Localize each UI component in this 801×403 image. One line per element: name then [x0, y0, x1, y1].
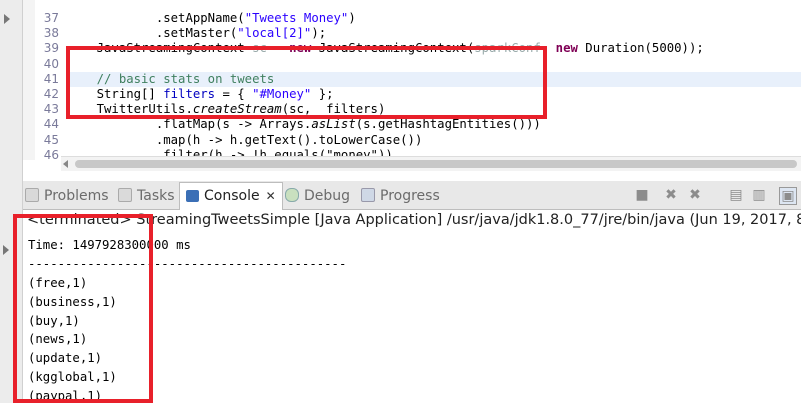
expand-arrow-icon[interactable]: [3, 245, 9, 255]
line-number: 42: [43, 86, 59, 101]
code-token: new: [555, 41, 578, 56]
highlight-box-filters: [66, 46, 547, 119]
line-number: 39: [43, 41, 59, 56]
line-number: 44: [43, 117, 59, 132]
tab-progress[interactable]: Progress: [361, 185, 440, 207]
problems-icon: [25, 188, 39, 202]
line-number: 37: [43, 11, 59, 25]
editor-ruler: [23, 0, 35, 160]
clear-console-icon[interactable]: ▤: [728, 187, 744, 203]
code-line: .map(h -> h.getText().toLowerCase()): [67, 133, 801, 148]
code-token: .map(h -> h.getText().toLowerCase()): [67, 132, 423, 147]
view-tab-bar: Problems Tasks Console ✕ Debug Progress ■…: [23, 181, 801, 210]
tab-debug[interactable]: Debug: [285, 185, 350, 207]
code-token: "local[2]": [237, 26, 312, 41]
code-token: .setMaster(: [67, 26, 238, 41]
scroll-left-icon[interactable]: [63, 160, 68, 168]
scroll-lock-icon[interactable]: ▥: [751, 187, 767, 203]
pin-console-icon[interactable]: ▣: [779, 187, 797, 205]
highlight-box-output: [13, 214, 153, 403]
editor-horizontal-scrollbar[interactable]: [61, 156, 801, 171]
tab-label: Tasks: [137, 188, 175, 204]
tab-problems[interactable]: Problems: [25, 185, 109, 207]
line-number: 40: [43, 56, 59, 71]
remove-all-launches-icon[interactable]: ✖: [687, 187, 703, 203]
code-token: (s.getHashtagEntities())): [355, 117, 541, 132]
tab-tasks[interactable]: Tasks: [118, 185, 175, 207]
code-line: .setMaster("local[2]");: [67, 26, 801, 41]
code-token: asList: [311, 117, 356, 132]
tab-console[interactable]: Console ✕: [179, 182, 283, 210]
code-token: Duration(5000));: [577, 41, 704, 56]
code-token: .setAppName(: [67, 11, 245, 25]
line-numbers: 37 38 39 40 41 42 43 44 45 46: [37, 11, 59, 163]
code-token: .flatMap(s -> Arrays.: [67, 117, 312, 132]
code-line: .setAppName("Tweets Money"): [67, 11, 801, 26]
code-token: "Tweets Money": [244, 11, 349, 25]
terminate-icon[interactable]: ■: [634, 187, 650, 203]
code-token: );: [311, 26, 327, 41]
tasks-icon: [118, 188, 132, 202]
tab-label: Console: [204, 188, 260, 204]
line-number: 45: [43, 132, 59, 147]
close-icon[interactable]: ✕: [266, 189, 276, 203]
line-number: 43: [43, 102, 59, 117]
code-token: ): [348, 11, 356, 25]
tab-label: Progress: [380, 188, 440, 204]
console-icon: [186, 190, 199, 202]
progress-icon: [361, 188, 375, 202]
expand-arrow-icon[interactable]: [4, 14, 10, 24]
tab-label: Problems: [44, 188, 109, 204]
line-number: 38: [43, 26, 59, 41]
tab-label: Debug: [304, 188, 351, 204]
code-line: .flatMap(s -> Arrays.asList(s.getHashtag…: [67, 117, 801, 132]
remove-launch-icon[interactable]: ✖: [663, 187, 679, 203]
scrollbar-thumb[interactable]: [75, 160, 797, 168]
line-number: 41: [43, 71, 59, 86]
line-number: 46: [43, 147, 59, 162]
debug-icon: [285, 188, 299, 202]
